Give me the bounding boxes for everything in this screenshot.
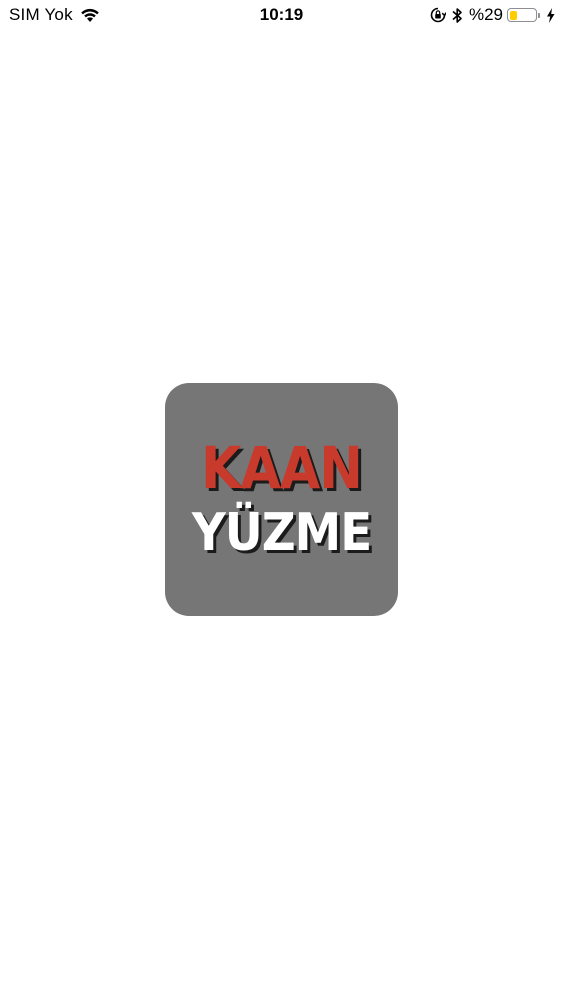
status-right: %29	[430, 5, 555, 25]
bluetooth-icon	[452, 7, 462, 23]
charging-bolt-icon	[547, 7, 555, 23]
battery-nub	[538, 12, 540, 18]
battery-percent: %29	[468, 5, 503, 24]
battery-level-fill	[509, 10, 517, 20]
logo-text-kaan: KAAN	[201, 434, 363, 502]
app-logo: KAAN YÜZME	[165, 383, 398, 616]
battery-icon	[507, 8, 537, 22]
logo-text-yuzme: YÜZME	[191, 503, 372, 563]
orientation-lock-icon	[430, 7, 446, 23]
status-bar: SIM Yok 10:19 %29	[0, 0, 563, 30]
splash-screen: SIM Yok 10:19 %29 KAAN YÜZME	[0, 0, 563, 1000]
